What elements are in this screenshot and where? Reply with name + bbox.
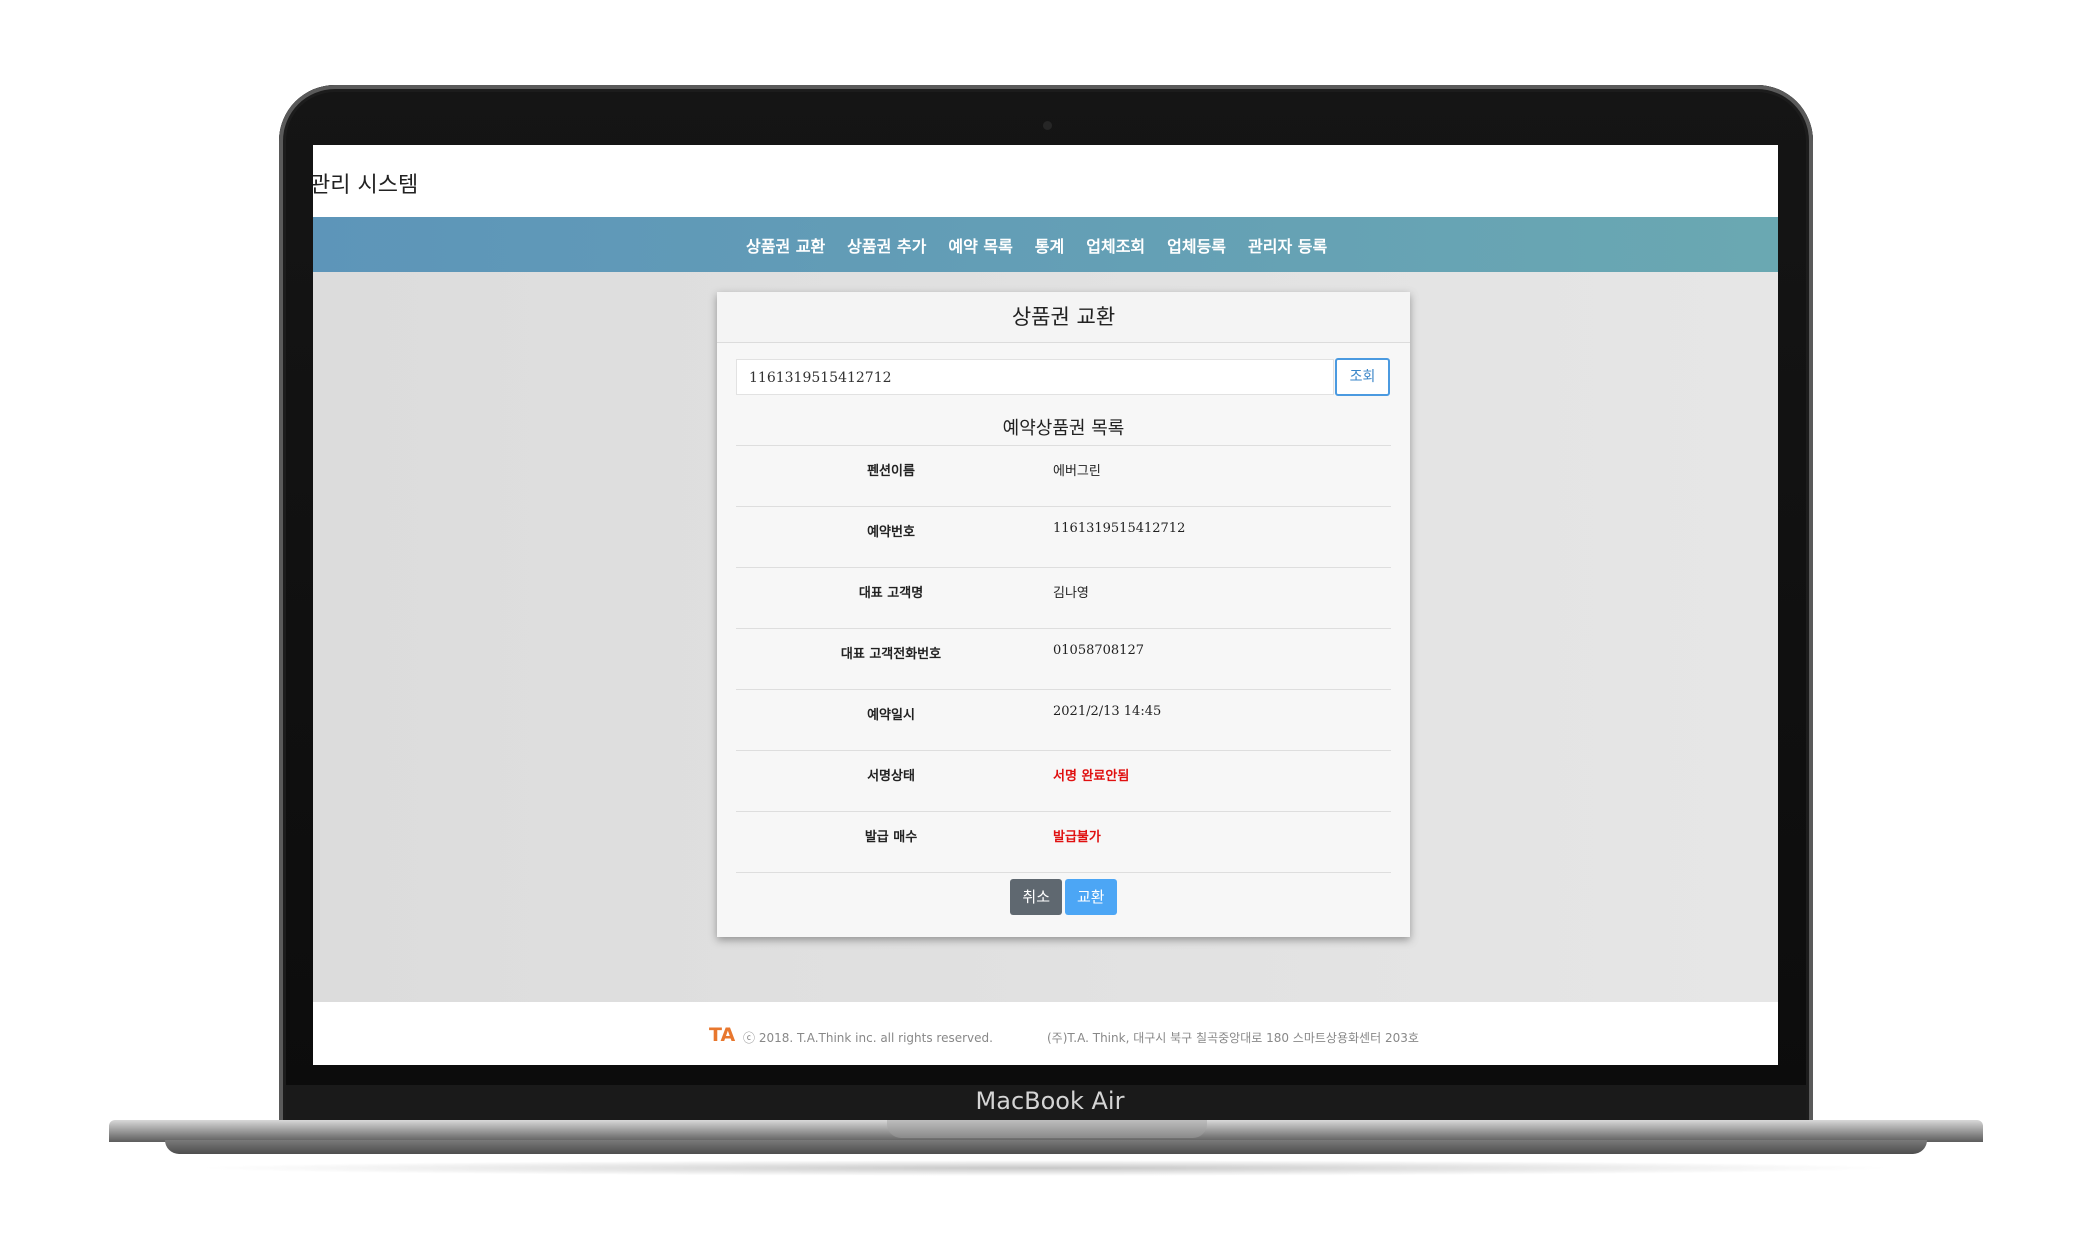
camera-icon — [1043, 121, 1052, 130]
table-row: 서명상태 서명 완료안됨 — [736, 750, 1391, 811]
action-buttons: 취소 교환 — [717, 879, 1410, 915]
row-value: 1161319515412712 — [1053, 521, 1186, 536]
table-row: 예약일시 2021/2/13 14:45 — [736, 689, 1391, 750]
nav-item-stats[interactable]: 통계 — [1024, 233, 1075, 257]
details-table: 펜션이름 에버그린 예약번호 1161319515412712 대표 고객명 김… — [736, 445, 1391, 873]
row-value: 2021/2/13 14:45 — [1053, 704, 1162, 719]
gift-exchange-card: 상품권 교환 1161319515412712 조회 예약상품권 목록 펜션이름… — [717, 292, 1410, 937]
laptop-notch — [887, 1120, 1207, 1138]
row-label: 펜션이름 — [867, 464, 915, 479]
laptop-brand-label: MacBook Air — [975, 1087, 1125, 1115]
issue-count-value: 발급불가 — [1053, 830, 1101, 845]
search-row: 1161319515412712 조회 — [736, 358, 1391, 397]
card-title: 상품권 교환 — [717, 292, 1410, 343]
row-value: 01058708127 — [1053, 643, 1144, 658]
row-label: 서명상태 — [867, 769, 915, 784]
app-title: 관리 시스템 — [313, 173, 419, 198]
top-bar: 관리 시스템 — [313, 145, 1778, 217]
laptop-shadow — [190, 1160, 1900, 1176]
row-label: 발급 매수 — [864, 830, 918, 845]
table-row: 대표 고객명 김나영 — [736, 567, 1391, 628]
main-nav: 상품권 교환 상품권 추가 예약 목록 통계 업체조회 업체등록 관리자 등록 — [313, 217, 1778, 272]
row-value: 에버그린 — [1053, 464, 1101, 479]
row-value: 김나영 — [1053, 586, 1089, 601]
table-row: 펜션이름 에버그린 — [736, 445, 1391, 506]
nav-item-vendor-search[interactable]: 업체조회 — [1075, 233, 1156, 257]
row-label: 대표 고객전화번호 — [840, 647, 942, 662]
footer-copyright: ⓒ 2018. T.A.Think inc. all rights reserv… — [743, 1031, 993, 1045]
footer: TA ⓒ 2018. T.A.Think inc. all rights res… — [313, 1002, 1778, 1065]
row-label: 대표 고객명 — [858, 586, 924, 601]
exchange-button[interactable]: 교환 — [1065, 879, 1117, 915]
row-label: 예약번호 — [867, 525, 915, 540]
nav-item-reservations[interactable]: 예약 목록 — [937, 233, 1023, 257]
list-title: 예약상품권 목록 — [1002, 418, 1125, 439]
screen: 관리 시스템 상품권 교환 상품권 추가 예약 목록 통계 업체조회 업체등록 … — [313, 145, 1778, 1065]
nav-item-vendor-register[interactable]: 업체등록 — [1156, 233, 1237, 257]
laptop-base-lip — [165, 1140, 1927, 1154]
table-row: 대표 고객전화번호 01058708127 — [736, 628, 1391, 689]
table-row: 발급 매수 발급불가 — [736, 811, 1391, 873]
nav-item-admin-register[interactable]: 관리자 등록 — [1237, 233, 1338, 257]
signature-status-value: 서명 완료안됨 — [1053, 769, 1130, 784]
nav-item-gift-add[interactable]: 상품권 추가 — [836, 233, 937, 257]
reservation-number-input[interactable]: 1161319515412712 — [736, 359, 1334, 395]
company-logo: TA — [709, 1024, 736, 1046]
footer-address: (주)T.A. Think, 대구시 북구 칠곡중앙대로 180 스마트상용화센… — [1047, 1031, 1419, 1045]
table-row: 예약번호 1161319515412712 — [736, 506, 1391, 567]
nav-items: 상품권 교환 상품권 추가 예약 목록 통계 업체조회 업체등록 관리자 등록 — [735, 217, 1338, 272]
row-label: 예약일시 — [867, 708, 915, 723]
cancel-button[interactable]: 취소 — [1010, 879, 1062, 915]
search-button[interactable]: 조회 — [1335, 358, 1390, 396]
nav-item-gift-exchange[interactable]: 상품권 교환 — [735, 233, 836, 257]
